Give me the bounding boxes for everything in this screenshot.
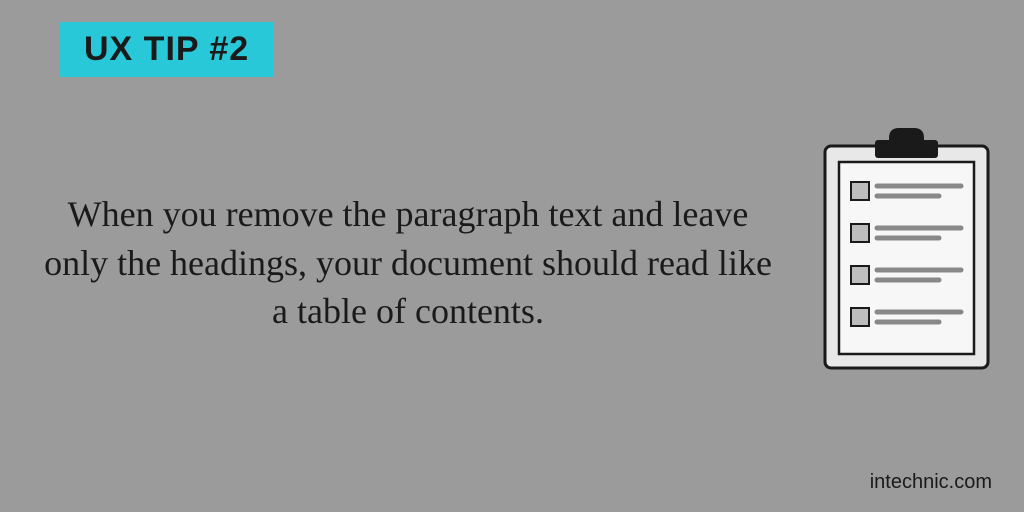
clipboard-checklist-icon — [819, 128, 994, 373]
attribution-text: intechnic.com — [870, 471, 992, 494]
tip-body-text: When you remove the paragraph text and l… — [38, 190, 778, 336]
tip-badge: UX TIP #2 — [60, 22, 273, 77]
